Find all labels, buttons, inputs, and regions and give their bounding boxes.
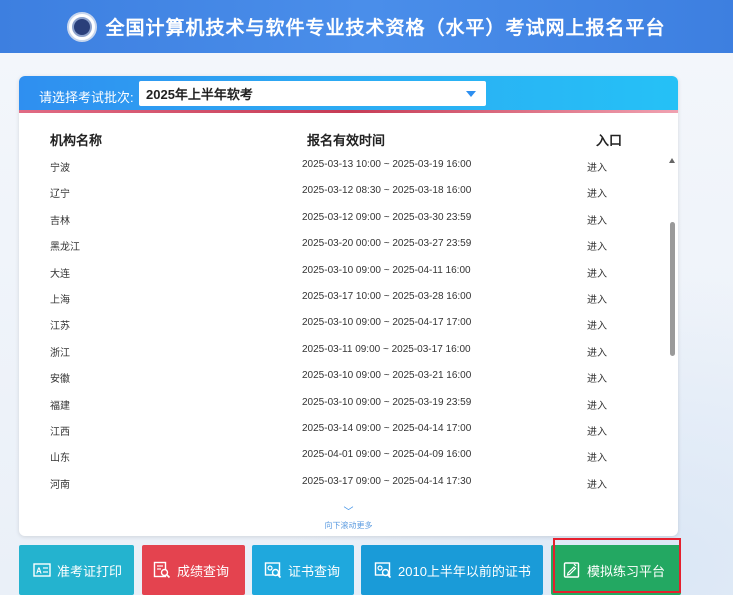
enter-link[interactable]: 进入	[587, 238, 607, 253]
scrollbar-thumb[interactable]	[670, 222, 675, 356]
edit-document-icon	[563, 561, 581, 579]
enter-link[interactable]: 进入	[587, 344, 607, 359]
enter-link[interactable]: 进入	[587, 185, 607, 200]
column-header-institution: 机构名称	[50, 133, 103, 148]
registration-time: 2025-03-11 09:00 ~ 2025-03-17 16:00	[302, 343, 471, 355]
registration-time: 2025-03-10 09:00 ~ 2025-04-17 17:00	[302, 317, 472, 329]
certificate-search-icon	[374, 561, 392, 579]
enter-link[interactable]: 进入	[587, 317, 607, 332]
header-divider	[19, 110, 678, 113]
institution-name: 浙江	[50, 347, 70, 359]
table-row: 黑龙江 2025-03-20 00:00 ~ 2025-03-27 23:59 进入	[19, 238, 659, 264]
admission-ticket-print-button[interactable]: A 准考证打印	[19, 545, 134, 595]
table-row: 山东 2025-04-01 09:00 ~ 2025-04-09 16:00 进入	[19, 449, 659, 475]
institution-name: 宁波	[50, 163, 70, 174]
pre-2010-certificate-button[interactable]: 2010上半年以前的证书	[361, 545, 543, 595]
institution-name: 河南	[50, 479, 70, 491]
registration-time: 2025-03-10 09:00 ~ 2025-03-21 16:00	[302, 370, 472, 382]
enter-link[interactable]: 进入	[587, 159, 607, 174]
batch-selector-bar: 请选择考试批次: 2025年上半年软考	[19, 76, 678, 112]
registration-time: 2025-03-10 09:00 ~ 2025-04-11 16:00	[302, 264, 471, 276]
table-row: 吉林 2025-03-12 09:00 ~ 2025-03-30 23:59 进入	[19, 212, 659, 238]
scrollbar[interactable]	[668, 158, 678, 498]
institution-name: 上海	[50, 295, 70, 306]
institution-name: 大连	[50, 268, 70, 280]
institution-name: 黑龙江	[50, 242, 80, 254]
enter-link[interactable]: 进入	[587, 370, 607, 385]
registration-time: 2025-03-17 09:00 ~ 2025-04-14 17:30	[302, 475, 472, 487]
site-title: 全国计算机技术与软件专业技术资格（水平）考试网上报名平台	[105, 18, 666, 39]
institution-name: 吉林	[50, 215, 70, 227]
column-header-entry: 入口	[596, 133, 623, 148]
enter-link[interactable]: 进入	[587, 212, 607, 227]
registration-time: 2025-03-17 10:00 ~ 2025-03-28 16:00	[302, 291, 472, 302]
scroll-up-arrow-icon[interactable]	[669, 158, 675, 163]
enter-link[interactable]: 进入	[587, 265, 607, 280]
batch-label: 请选择考试批次:	[39, 90, 134, 105]
certificate-query-label: 证书查询	[288, 563, 341, 579]
table-row: 福建 2025-03-10 09:00 ~ 2025-03-19 23:59 进入	[19, 397, 659, 423]
institution-name: 辽宁	[50, 189, 70, 201]
svg-text:A: A	[36, 567, 42, 576]
table-row: 宁波 2025-03-13 10:00 ~ 2025-03-19 16:00 进入	[19, 159, 659, 185]
admission-ticket-print-label: 准考证打印	[57, 563, 123, 579]
institution-name: 福建	[50, 400, 70, 412]
table-row: 安徽 2025-03-10 09:00 ~ 2025-03-21 16:00 进入	[19, 370, 659, 396]
enter-link[interactable]: 进入	[587, 397, 607, 412]
enter-link[interactable]: 进入	[587, 423, 607, 438]
registration-time: 2025-03-13 10:00 ~ 2025-03-19 16:00	[302, 159, 472, 170]
score-query-label: 成绩查询	[177, 563, 230, 579]
registration-time: 2025-03-20 00:00 ~ 2025-03-27 23:59	[302, 238, 472, 250]
enter-link[interactable]: 进入	[587, 476, 607, 491]
table-row: 江西 2025-03-14 09:00 ~ 2025-04-14 17:00 进入	[19, 423, 659, 449]
certificate-query-button[interactable]: 证书查询	[252, 545, 354, 595]
table-row: 上海 2025-03-17 10:00 ~ 2025-03-28 16:00 进入	[19, 291, 659, 317]
scroll-more-hint[interactable]: ﹀ 向下滚动更多	[19, 508, 678, 536]
registration-panel: 请选择考试批次: 2025年上半年软考 机构名称 报名有效时间 入口 宁波 202…	[19, 76, 678, 536]
registration-time: 2025-03-14 09:00 ~ 2025-04-14 17:00	[302, 423, 472, 434]
institution-name: 安徽	[50, 374, 70, 386]
batch-selected-value: 2025年上半年软考	[146, 87, 253, 102]
id-card-icon: A	[33, 561, 51, 579]
chevron-down-icon	[466, 91, 476, 97]
site-header: 全国计算机技术与软件专业技术资格（水平）考试网上报名平台	[0, 0, 733, 53]
document-search-icon	[153, 561, 171, 579]
institution-name: 山东	[50, 453, 70, 465]
chevron-down-icon: ﹀	[343, 507, 354, 518]
batch-select[interactable]: 2025年上半年软考	[139, 81, 486, 106]
table-row: 浙江 2025-03-11 09:00 ~ 2025-03-17 16:00 进入	[19, 344, 659, 370]
registration-time: 2025-03-10 09:00 ~ 2025-03-19 23:59	[302, 396, 472, 408]
table-row: 江苏 2025-03-10 09:00 ~ 2025-04-17 17:00 进入	[19, 317, 659, 343]
certificate-search-icon	[264, 561, 282, 579]
pre-2010-certificate-label: 2010上半年以前的证书	[398, 563, 531, 579]
score-query-button[interactable]: 成绩查询	[142, 545, 245, 595]
mock-practice-platform-label: 模拟练习平台	[587, 563, 666, 579]
registration-time: 2025-04-01 09:00 ~ 2025-04-09 16:00	[302, 449, 472, 461]
institution-name: 江苏	[50, 321, 70, 333]
list-fade	[19, 496, 659, 508]
scroll-more-text: 向下滚动更多	[324, 521, 373, 530]
enter-link[interactable]: 进入	[587, 449, 607, 464]
registration-time: 2025-03-12 08:30 ~ 2025-03-18 16:00	[302, 185, 472, 197]
table-row: 辽宁 2025-03-12 08:30 ~ 2025-03-18 16:00 进入	[19, 185, 659, 211]
enter-link[interactable]: 进入	[587, 291, 607, 306]
table-row: 大连 2025-03-10 09:00 ~ 2025-04-11 16:00 进入	[19, 265, 659, 291]
institution-name: 江西	[50, 427, 70, 438]
mock-practice-platform-button[interactable]: 模拟练习平台	[551, 545, 681, 595]
exam-logo-icon	[67, 11, 98, 42]
column-header-time: 报名有效时间	[307, 133, 386, 148]
registration-time: 2025-03-12 09:00 ~ 2025-03-30 23:59	[302, 211, 472, 223]
